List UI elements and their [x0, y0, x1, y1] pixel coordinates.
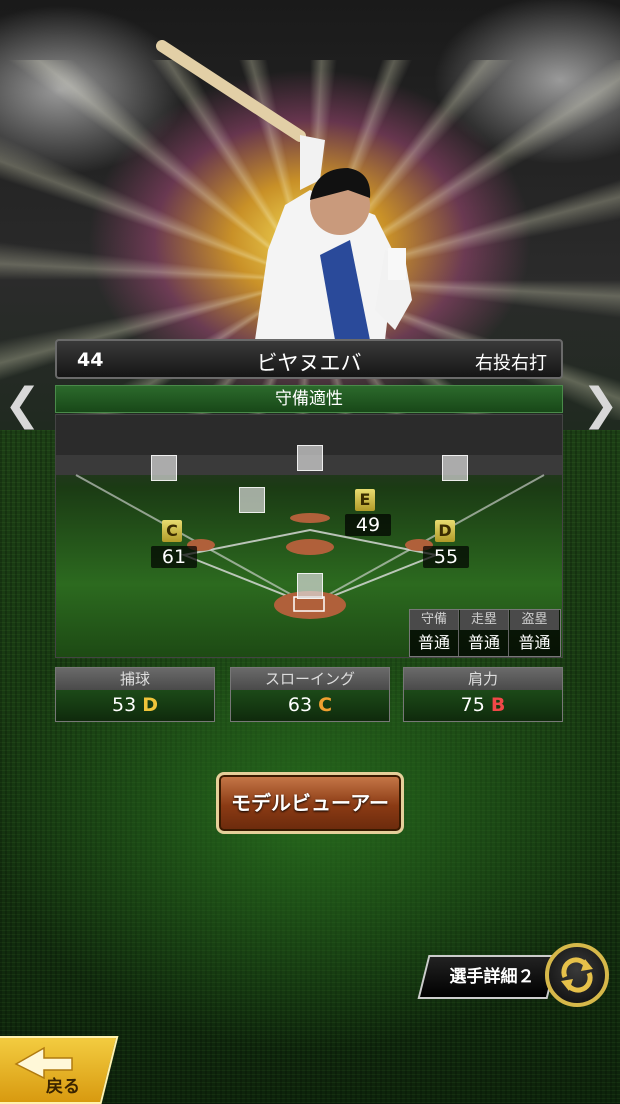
stat-arm-strength: 肩力 75 B — [403, 667, 563, 722]
stealing-col: 盗塁 普通 — [510, 610, 559, 656]
second-base-grade: E — [355, 489, 375, 511]
second-base-value: 49 — [345, 514, 391, 536]
stat-throwing: スローイング 63 C — [230, 667, 390, 722]
stat-label: スローイング — [231, 668, 389, 690]
third-base-value: 61 — [151, 546, 197, 568]
refresh-icon[interactable] — [545, 943, 609, 1007]
baserunning-col: 走塁 普通 — [460, 610, 509, 656]
handedness: 右投右打 — [475, 353, 547, 374]
table-cell: 普通 — [417, 633, 450, 652]
table-cell: 普通 — [467, 633, 500, 652]
stat-catching: 捕球 53 D — [55, 667, 215, 722]
player-header-bar: 44 ビヤヌエバ 右投右打 — [55, 339, 563, 379]
position-left-field[interactable] — [151, 455, 177, 481]
first-base-value: 55 — [423, 546, 469, 568]
running-table: 守備 普通 走塁 普通 盗塁 普通 — [409, 609, 561, 657]
defense-title: 守備適性 — [55, 385, 563, 413]
chevron-right-icon[interactable]: ❯ — [582, 382, 619, 428]
model-viewer-button[interactable]: モデルビューアー — [216, 772, 404, 834]
stat-label: 肩力 — [404, 668, 562, 690]
stat-rank: B — [490, 694, 506, 716]
stat-value: 63 C — [231, 690, 389, 721]
position-right-field[interactable] — [442, 455, 468, 481]
defense-field: E 49 C 61 D 55 守備 普通 走塁 普通 盗塁 普通 — [55, 414, 563, 658]
position-center-field[interactable] — [297, 445, 323, 471]
stat-rank: C — [318, 694, 333, 716]
table-cell: 普通 — [518, 633, 551, 652]
player-detail-label[interactable]: 選手詳細２ — [432, 960, 552, 994]
position-catcher[interactable] — [297, 573, 323, 599]
back-label[interactable]: 戻る — [46, 1072, 80, 1097]
defense-general-col: 守備 普通 — [410, 610, 459, 656]
third-base-grade: C — [162, 520, 182, 542]
stat-value: 53 D — [56, 690, 214, 721]
table-header: 守備 — [410, 610, 458, 630]
stat-rank: D — [142, 694, 158, 716]
stat-label: 捕球 — [56, 668, 214, 690]
player-image — [156, 40, 412, 340]
position-shortstop[interactable] — [239, 487, 265, 513]
table-header: 盗塁 — [510, 610, 559, 630]
table-header: 走塁 — [460, 610, 508, 630]
stat-value: 75 B — [404, 690, 562, 721]
chevron-left-icon[interactable]: ❮ — [4, 382, 41, 428]
first-base-grade: D — [435, 520, 455, 542]
